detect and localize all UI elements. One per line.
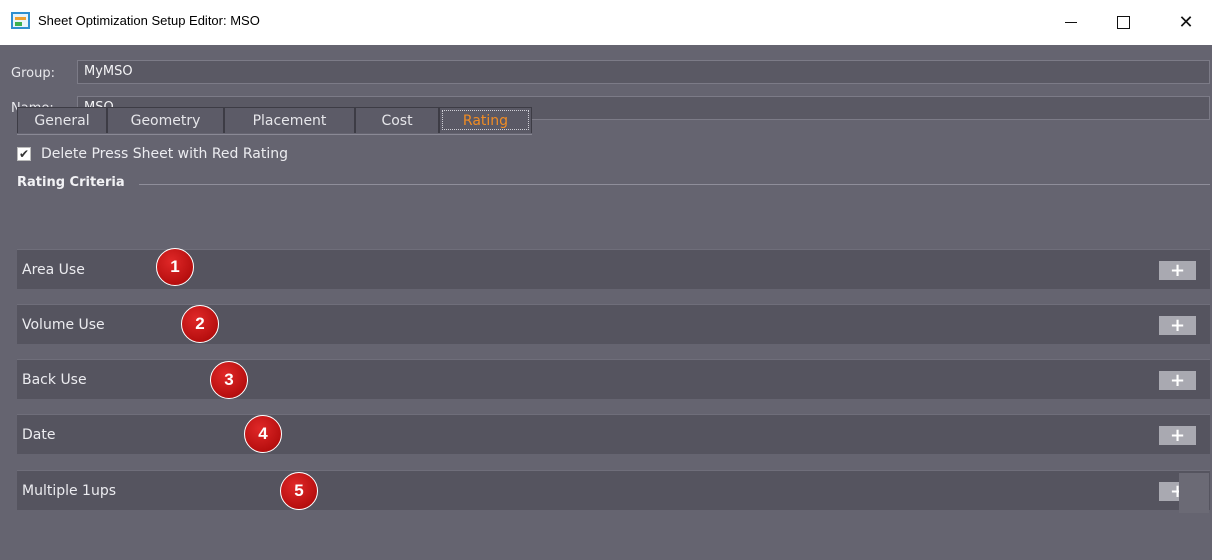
- criteria-row-multiple-1ups[interactable]: Multiple 1ups +: [17, 470, 1210, 510]
- delete-red-rating-label: Delete Press Sheet with Red Rating: [41, 146, 289, 162]
- tab-bar: General Geometry Placement Cost Rating: [17, 107, 532, 135]
- callout-badge: 1: [156, 248, 194, 286]
- tab-cost[interactable]: Cost: [355, 107, 439, 133]
- group-label: Group:: [11, 66, 55, 81]
- add-volume-use-button[interactable]: +: [1159, 316, 1196, 335]
- criteria-label: Volume Use: [22, 317, 105, 333]
- maximize-icon: [1116, 16, 1130, 29]
- section-divider: [139, 184, 1210, 185]
- close-button[interactable]: ✕: [1163, 0, 1209, 45]
- close-icon: ✕: [1178, 12, 1194, 33]
- minimize-button[interactable]: [1048, 0, 1094, 45]
- criteria-label: Multiple 1ups: [22, 483, 117, 499]
- tab-rating[interactable]: Rating: [439, 107, 532, 133]
- criteria-label: Back Use: [22, 372, 87, 388]
- tab-general[interactable]: General: [17, 107, 107, 133]
- criteria-label: Date: [22, 427, 56, 443]
- criteria-row-area-use[interactable]: Area Use +: [17, 249, 1210, 289]
- callout-badge: 5: [280, 472, 318, 510]
- criteria-row-back-use[interactable]: Back Use +: [17, 359, 1210, 399]
- app-icon: [11, 12, 30, 29]
- rating-criteria-title: Rating Criteria: [17, 175, 125, 190]
- add-date-button[interactable]: +: [1159, 426, 1196, 445]
- minimize-icon: [1065, 22, 1077, 23]
- tab-placement[interactable]: Placement: [224, 107, 355, 133]
- maximize-button[interactable]: [1100, 0, 1146, 45]
- title-bar: Sheet Optimization Setup Editor: MSO ✕: [0, 0, 1212, 45]
- delete-red-rating-checkbox[interactable]: ✔: [17, 147, 31, 161]
- callout-badge: 2: [181, 305, 219, 343]
- add-back-use-button[interactable]: +: [1159, 371, 1196, 390]
- criteria-label: Area Use: [22, 262, 85, 278]
- callout-badge: 3: [210, 361, 248, 399]
- tab-geometry[interactable]: Geometry: [107, 107, 224, 133]
- group-input[interactable]: MyMSO: [77, 60, 1210, 84]
- callout-badge: 4: [244, 415, 282, 453]
- editor-panel: Group: MyMSO Name: MSO General Geometry …: [0, 45, 1212, 560]
- window-title: Sheet Optimization Setup Editor: MSO: [38, 13, 260, 28]
- criteria-row-date[interactable]: Date +: [17, 414, 1210, 454]
- delete-red-rating-option: ✔ Delete Press Sheet with Red Rating: [17, 146, 288, 162]
- resize-corner[interactable]: [1179, 473, 1209, 513]
- add-area-use-button[interactable]: +: [1159, 261, 1196, 280]
